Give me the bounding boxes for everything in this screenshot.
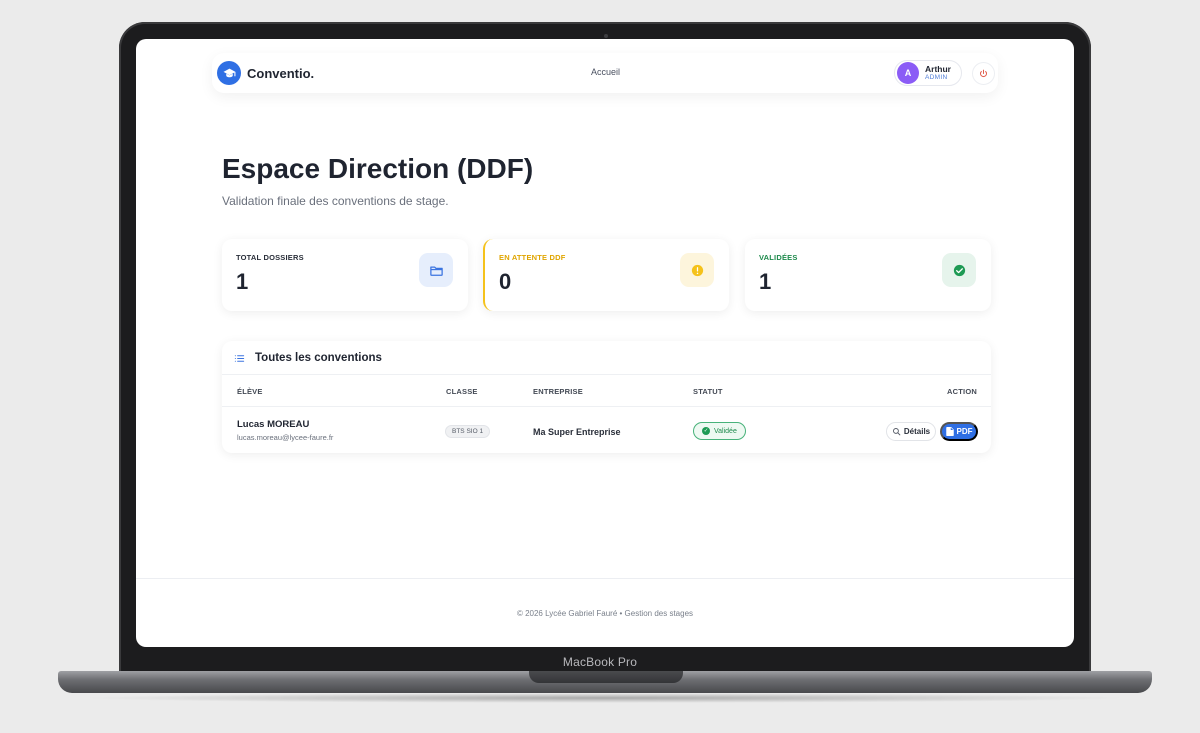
brand-name: Conventio. — [247, 65, 315, 81]
stat-label: TOTAL DOSSIERS — [236, 253, 304, 262]
conventions-title-text: Toutes les conventions — [255, 352, 382, 364]
laptop-shadow — [80, 693, 1130, 703]
table-header: ÉLÈVE CLASSE ENTREPRISE STATUT ACTION — [222, 374, 991, 407]
navbar: Conventio. Accueil A Arthur ADMIN — [212, 53, 998, 93]
student-name: Lucas MOREAU — [237, 419, 310, 430]
user-menu[interactable]: A Arthur ADMIN — [894, 60, 962, 86]
page-subtitle: Validation finale des conventions de sta… — [222, 194, 449, 208]
brand[interactable]: Conventio. — [217, 61, 314, 85]
column-header-company: ENTREPRISE — [533, 387, 583, 396]
footer: © 2026 Lycée Gabriel Fauré • Gestion des… — [516, 609, 694, 618]
column-header-status: STATUT — [693, 387, 723, 396]
laptop-notch — [529, 671, 683, 683]
status-badge: ✓ Validée — [693, 422, 746, 440]
pdf-label: PDF — [956, 427, 973, 436]
stat-card-validated: VALIDÉES 1 — [745, 239, 991, 311]
stat-card-total: TOTAL DOSSIERS 1 — [222, 239, 468, 311]
app-screen: Conventio. Accueil A Arthur ADMIN Espace… — [136, 39, 1074, 647]
stat-value: 1 — [759, 269, 772, 294]
details-button[interactable]: Détails — [886, 422, 936, 441]
stat-value: 1 — [236, 269, 249, 294]
stat-card-pending: EN ATTENTE DDF 0 — [483, 239, 729, 311]
user-meta: Arthur ADMIN — [925, 63, 951, 82]
check-icon: ✓ — [702, 427, 710, 435]
power-icon — [980, 69, 987, 78]
stat-label: EN ATTENTE DDF — [499, 253, 566, 262]
stat-value: 0 — [499, 269, 512, 294]
conventions-card: Toutes les conventions ÉLÈVE CLASSE ENTR… — [222, 341, 991, 453]
search-icon — [892, 428, 901, 436]
footer-divider — [136, 578, 1074, 579]
company-name: Ma Super Entreprise — [533, 427, 621, 437]
student-email: lucas.moreau@lycee-faure.fr — [237, 433, 334, 442]
column-header-action: ACTION — [947, 387, 977, 396]
user-name: Arthur — [925, 63, 951, 74]
avatar: A — [897, 62, 919, 84]
column-header-class: CLASSE — [446, 387, 478, 396]
column-header-student: ÉLÈVE — [237, 387, 263, 396]
status-text: Validée — [714, 427, 737, 435]
nav-link-home[interactable]: Accueil — [591, 67, 620, 77]
list-icon — [234, 354, 245, 362]
logout-button[interactable] — [972, 62, 995, 85]
class-badge: BTS SIO 1 — [445, 425, 491, 438]
details-label: Détails — [903, 427, 931, 436]
alert-icon — [680, 253, 714, 287]
check-circle-icon — [942, 253, 976, 287]
table-row: Lucas MOREAU lucas.moreau@lycee-faure.fr… — [222, 407, 991, 453]
user-role: ADMIN — [925, 74, 948, 81]
page-title: Espace Direction (DDF) — [222, 153, 534, 184]
file-icon — [945, 427, 954, 436]
graduation-cap-icon — [217, 61, 241, 85]
pdf-button[interactable]: PDF — [940, 422, 978, 441]
conventions-title: Toutes les conventions — [234, 352, 382, 364]
folder-icon — [419, 253, 453, 287]
stat-label: VALIDÉES — [759, 253, 798, 262]
camera — [604, 34, 608, 38]
device-label: MacBook Pro — [562, 655, 638, 669]
